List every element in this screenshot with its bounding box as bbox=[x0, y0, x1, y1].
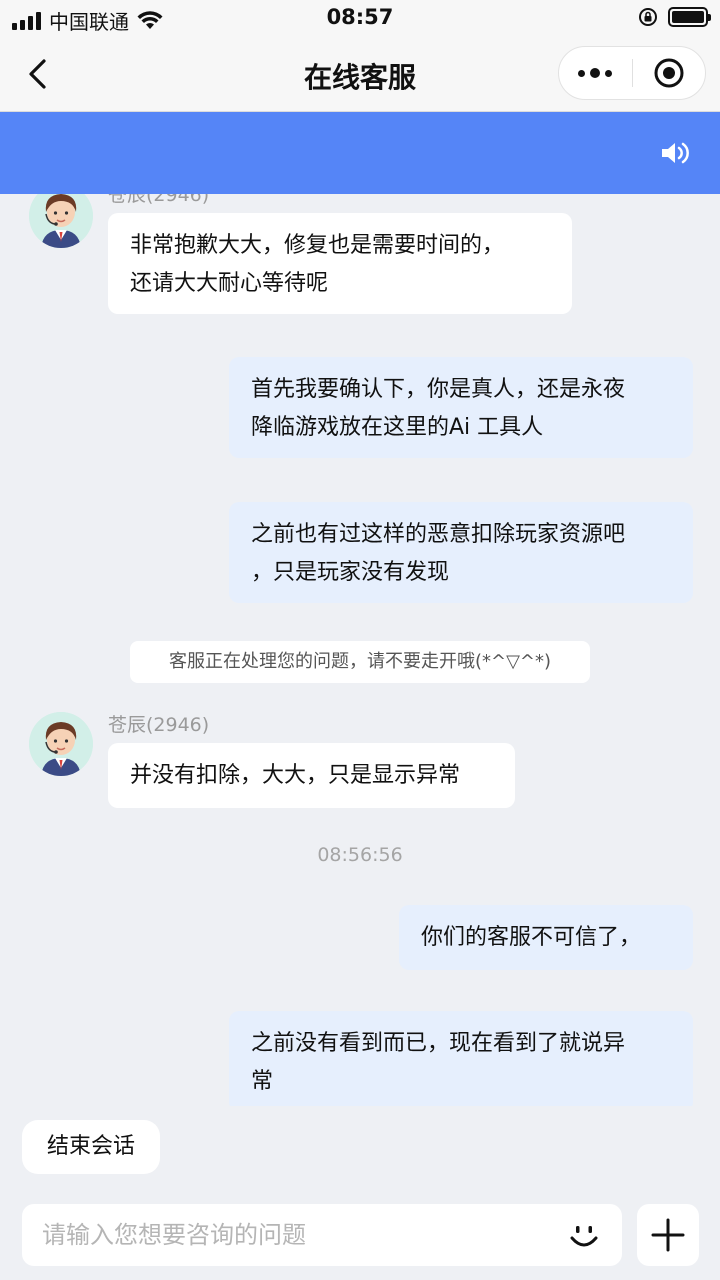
message-text: 常 bbox=[251, 1069, 274, 1094]
nav-bar: 在线客服 bbox=[0, 36, 720, 112]
agent-name: 苍辰(2946) bbox=[108, 194, 210, 206]
message-timestamp: 08:56:56 bbox=[317, 844, 403, 866]
target-close-icon bbox=[654, 58, 684, 88]
speaker-icon[interactable] bbox=[660, 140, 690, 166]
chat-area[interactable]: 苍辰(2946) 非常抱歉大大，修复也是需要时间的， 还请大大耐心等待呢 首先我… bbox=[0, 194, 720, 1106]
agent-avatar-icon bbox=[29, 712, 93, 776]
message-bubble-outgoing: 你们的客服不可信了， bbox=[399, 905, 693, 970]
message-bubble-outgoing: 之前也有过这样的恶意扣除玩家资源吧 ，只是玩家没有发现 bbox=[229, 502, 693, 603]
message-bubble-outgoing: 首先我要确认下，你是真人，还是永夜 降临游戏放在这里的Ai 工具人 bbox=[229, 357, 693, 458]
notice-banner bbox=[0, 112, 720, 194]
more-actions-button[interactable] bbox=[637, 1204, 699, 1266]
rotation-lock-icon bbox=[639, 8, 657, 26]
message-text: 之前没有看到而已，现在看到了就说异 bbox=[251, 1031, 626, 1056]
message-text: 并没有扣除，大大，只是显示异常 bbox=[130, 763, 461, 788]
message-bubble-incoming: 并没有扣除，大大，只是显示异常 bbox=[108, 743, 515, 808]
message-input[interactable] bbox=[42, 1204, 542, 1266]
agent-avatar bbox=[29, 712, 93, 776]
system-notice: 客服正在处理您的问题，请不要走开哦(*^▽^*) bbox=[130, 641, 590, 683]
message-text: 你们的客服不可信了， bbox=[421, 925, 642, 950]
emoji-icon[interactable] bbox=[568, 1220, 600, 1252]
message-text: 首先我要确认下，你是真人，还是永夜 bbox=[251, 377, 626, 402]
status-bar: 中国联通 08:57 bbox=[0, 0, 720, 36]
mini-program-capsule bbox=[558, 46, 706, 100]
close-miniprogram-button[interactable] bbox=[633, 47, 706, 99]
message-text: 还请大大耐心等待呢 bbox=[130, 271, 329, 296]
status-right bbox=[638, 7, 711, 27]
message-bubble-outgoing: 之前没有看到而已，现在看到了就说异 常 bbox=[229, 1011, 693, 1106]
message-bubble-incoming: 非常抱歉大大，修复也是需要时间的， 还请大大耐心等待呢 bbox=[108, 213, 572, 314]
status-time: 08:57 bbox=[326, 5, 394, 29]
message-text: ，只是玩家没有发现 bbox=[251, 560, 450, 585]
plus-icon bbox=[651, 1218, 685, 1252]
agent-name: 苍辰(2946) bbox=[108, 714, 210, 736]
more-options-button[interactable] bbox=[559, 47, 632, 99]
message-input-bar bbox=[22, 1204, 622, 1266]
message-text: 非常抱歉大大，修复也是需要时间的， bbox=[130, 233, 505, 258]
message-text: 之前也有过这样的恶意扣除玩家资源吧 bbox=[251, 522, 626, 547]
message-text: 降临游戏放在这里的Ai 工具人 bbox=[251, 415, 544, 440]
agent-avatar bbox=[29, 194, 93, 248]
end-session-button[interactable]: 结束会话 bbox=[22, 1120, 160, 1174]
battery-icon bbox=[668, 7, 711, 27]
agent-avatar-icon bbox=[29, 194, 93, 248]
